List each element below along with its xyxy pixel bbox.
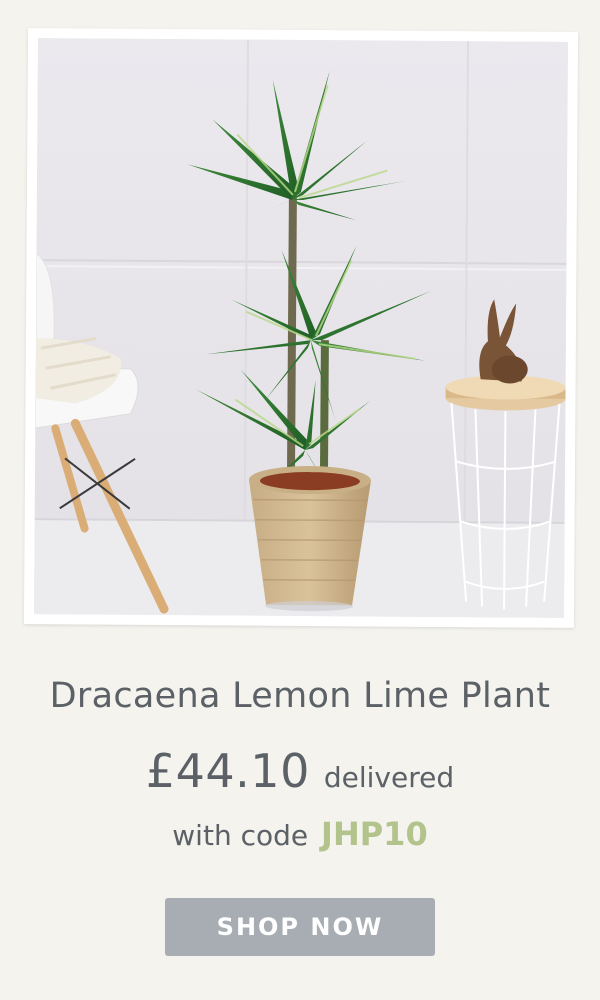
product-price: £44.10	[145, 744, 310, 798]
promo-code-line: with code JHP10	[0, 815, 600, 853]
product-photo-frame	[23, 28, 579, 628]
shop-now-button[interactable]: SHOP NOW	[165, 898, 435, 956]
price-line: £44.10 delivered	[0, 744, 600, 798]
product-photo[interactable]	[33, 38, 569, 618]
product-title: Dracaena Lemon Lime Plant	[49, 676, 551, 716]
price-suffix: delivered	[323, 761, 455, 794]
promo-code: JHP10	[321, 815, 428, 853]
plant-photo-illustration	[33, 38, 569, 618]
promo-code-prefix: with code	[172, 819, 309, 852]
